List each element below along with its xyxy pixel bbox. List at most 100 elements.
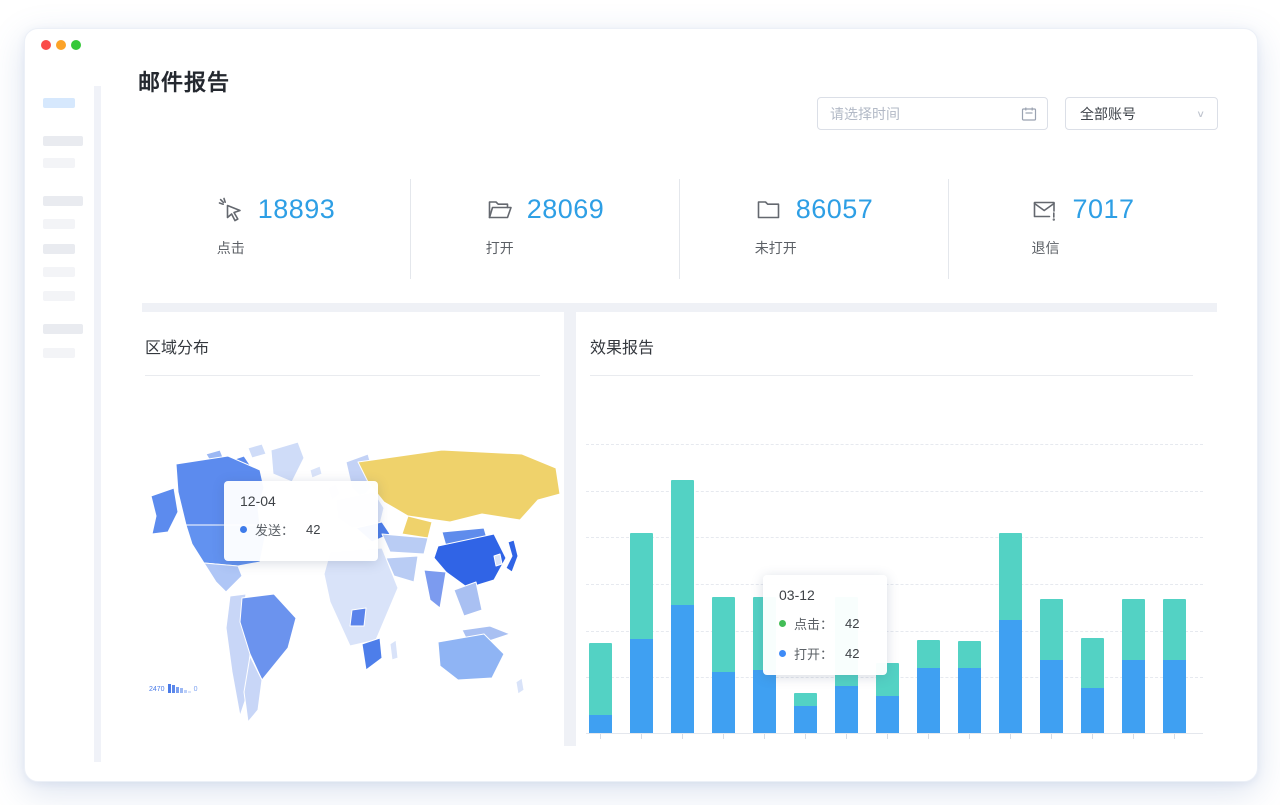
bar-segment-click[interactable] <box>1081 638 1104 688</box>
bar-segment-open[interactable] <box>1081 688 1104 733</box>
open-series-dot <box>779 650 786 657</box>
send-series-label: 发送： <box>255 520 294 539</box>
open-series-value: 42 <box>845 646 859 661</box>
stat-open: 28069 打开 <box>410 179 679 279</box>
stacked-bar-11[interactable] <box>999 533 1022 733</box>
x-axis-tick <box>846 734 847 739</box>
stacked-bar-3[interactable] <box>671 480 694 733</box>
bar-segment-open[interactable] <box>712 672 735 733</box>
sidebar-item[interactable] <box>43 219 75 229</box>
stacked-bar-1[interactable] <box>589 643 612 733</box>
x-axis-tick <box>764 734 765 739</box>
stacked-bar-15[interactable] <box>1163 599 1186 733</box>
stat-click-value: 18893 <box>258 194 336 225</box>
stacked-bar-12[interactable] <box>1040 599 1063 733</box>
bar-segment-open[interactable] <box>1040 660 1063 733</box>
bar-segment-open[interactable] <box>917 668 940 733</box>
bar-segment-open[interactable] <box>999 620 1022 733</box>
account-select[interactable]: 全部账号 ∨ <box>1065 97 1218 130</box>
bar-segment-open[interactable] <box>835 686 858 733</box>
x-axis-tick <box>682 734 683 739</box>
stacked-bar-13[interactable] <box>1081 638 1104 733</box>
stat-click: 18893 点击 <box>142 179 410 279</box>
stat-bounce-value: 7017 <box>1072 194 1134 225</box>
bar-segment-open[interactable] <box>958 668 981 733</box>
sidebar-item-active[interactable] <box>43 98 75 108</box>
bar-segment-click[interactable] <box>917 640 940 668</box>
bar-segment-open[interactable] <box>671 605 694 733</box>
x-axis-tick <box>600 734 601 739</box>
bar-segment-open[interactable] <box>1163 660 1186 733</box>
legend-bar <box>172 685 175 693</box>
bar-segment-open[interactable] <box>589 715 612 733</box>
date-picker-placeholder: 请选择时间 <box>830 104 1021 124</box>
legend-min-value: 0 <box>194 686 198 693</box>
window-minimize-button[interactable] <box>56 40 66 50</box>
stat-open-label: 打开 <box>486 238 605 258</box>
x-axis-tick <box>1133 734 1134 739</box>
x-axis-line <box>586 733 1203 734</box>
x-axis-tick <box>928 734 929 739</box>
window-close-button[interactable] <box>41 40 51 50</box>
stacked-bar-6[interactable] <box>794 693 817 733</box>
stat-unopened-label: 未打开 <box>755 238 874 258</box>
legend-bar <box>180 688 183 693</box>
bar-segment-click[interactable] <box>794 693 817 706</box>
bar-segment-click[interactable] <box>671 480 694 605</box>
stacked-bar-4[interactable] <box>712 597 735 733</box>
sidebar-item[interactable] <box>43 196 83 206</box>
effect-panel-title: 效果报告 <box>590 334 654 358</box>
open-series-label: 打开： <box>794 644 833 663</box>
bar-segment-open[interactable] <box>630 639 653 733</box>
stat-unopened-value: 86057 <box>796 194 874 225</box>
bar-segment-open[interactable] <box>1122 660 1145 733</box>
world-choropleth-map[interactable] <box>142 430 564 730</box>
stacked-bar-10[interactable] <box>958 641 981 733</box>
stacked-bar-9[interactable] <box>917 640 940 733</box>
stat-bounce: 7017 退信 <box>948 179 1217 279</box>
bar-segment-click[interactable] <box>630 533 653 639</box>
sidebar-item[interactable] <box>43 291 75 301</box>
bar-segment-click[interactable] <box>589 643 612 715</box>
bar-segment-click[interactable] <box>1163 599 1186 660</box>
account-select-value: 全部账号 <box>1080 104 1196 124</box>
chart-tooltip: 03-12 点击： 42 打开： 42 <box>763 575 887 675</box>
sidebar-item[interactable] <box>43 324 83 334</box>
x-axis-tick <box>1010 734 1011 739</box>
bar-segment-open[interactable] <box>794 706 817 733</box>
sidebar-item[interactable] <box>43 158 75 168</box>
cursor-click-icon <box>217 196 244 223</box>
window-zoom-button[interactable] <box>71 40 81 50</box>
date-range-picker[interactable]: 请选择时间 <box>817 97 1048 130</box>
bar-segment-click[interactable] <box>1122 599 1145 660</box>
sidebar-item[interactable] <box>43 244 75 254</box>
click-series-value: 42 <box>845 616 859 631</box>
map-color-scale-legend: 2470 0 <box>149 684 199 693</box>
sidebar-item[interactable] <box>43 136 83 146</box>
calendar-icon <box>1021 106 1037 122</box>
stats-row: 18893 点击 28069 打开 <box>142 179 1217 279</box>
sidebar-divider <box>94 86 101 762</box>
stacked-bar-14[interactable] <box>1122 599 1145 733</box>
stacked-bar-2[interactable] <box>630 533 653 733</box>
section-spacer <box>142 303 1217 312</box>
folder-closed-icon <box>755 196 782 223</box>
mail-bounce-icon <box>1031 196 1058 223</box>
bar-segment-click[interactable] <box>1040 599 1063 660</box>
app-window: 邮件报告 请选择时间 全部账号 ∨ <box>24 28 1258 782</box>
bar-segment-click[interactable] <box>999 533 1022 620</box>
bar-segment-click[interactable] <box>712 597 735 672</box>
x-axis-tick <box>1051 734 1052 739</box>
stat-click-label: 点击 <box>217 238 336 258</box>
bar-segment-open[interactable] <box>876 696 899 733</box>
region-distribution-panel: 区域分布 <box>142 312 564 746</box>
bar-segment-open[interactable] <box>753 670 776 733</box>
sidebar-item[interactable] <box>43 267 75 277</box>
gridline <box>586 444 1203 445</box>
sidebar-item[interactable] <box>43 348 75 358</box>
panel-title-divider <box>145 375 540 376</box>
bar-segment-click[interactable] <box>958 641 981 668</box>
x-axis-tick <box>805 734 806 739</box>
send-series-dot <box>240 526 247 533</box>
legend-max-value: 2470 <box>149 686 165 693</box>
